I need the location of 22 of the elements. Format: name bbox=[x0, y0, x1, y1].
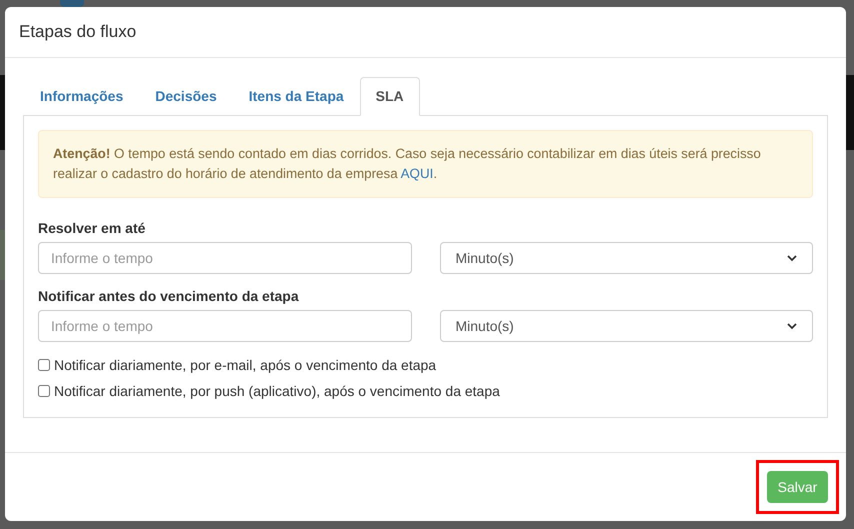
tab[interactable]: SLA bbox=[360, 77, 420, 116]
checkbox-label: Notificar diariamente, por e-mail, após o vencimento da etapa bbox=[54, 356, 436, 375]
chevron-down-icon bbox=[787, 322, 797, 330]
field-label: Resolver em até bbox=[38, 219, 146, 238]
checkbox[interactable] bbox=[38, 385, 50, 397]
background-icon bbox=[60, 0, 84, 7]
field-label: Notificar antes do vencimento da etapa bbox=[38, 287, 299, 306]
unit-select[interactable]: Minuto(s) bbox=[440, 242, 813, 274]
tab[interactable]: Informações bbox=[24, 77, 140, 116]
unit-select[interactable]: Minuto(s) bbox=[440, 310, 813, 342]
tab[interactable]: Decisões bbox=[139, 77, 233, 116]
chevron-down-icon bbox=[787, 254, 797, 262]
checkbox-label: Notificar diariamente, por push (aplicativo), após o vencimento da etapa bbox=[54, 382, 500, 401]
time-input[interactable]: Informe o tempo bbox=[38, 310, 412, 342]
alert-message: Atenção! O tempo está sendo contado em dias corridos. Caso seja necessário contabilizar em dias úteis será precisso realizar o cadastro do horário de atendimento da empresa AQUI. bbox=[38, 130, 813, 198]
tab[interactable]: Itens da Etapa bbox=[232, 77, 360, 116]
save-button[interactable]: Salvar bbox=[767, 471, 828, 503]
checkbox[interactable] bbox=[38, 359, 50, 371]
dialog-title: Etapas do fluxo bbox=[19, 21, 136, 44]
here-link[interactable]: AQUI bbox=[400, 166, 434, 181]
time-input[interactable]: Informe o tempo bbox=[38, 242, 412, 274]
background-panel bbox=[0, 230, 5, 280]
